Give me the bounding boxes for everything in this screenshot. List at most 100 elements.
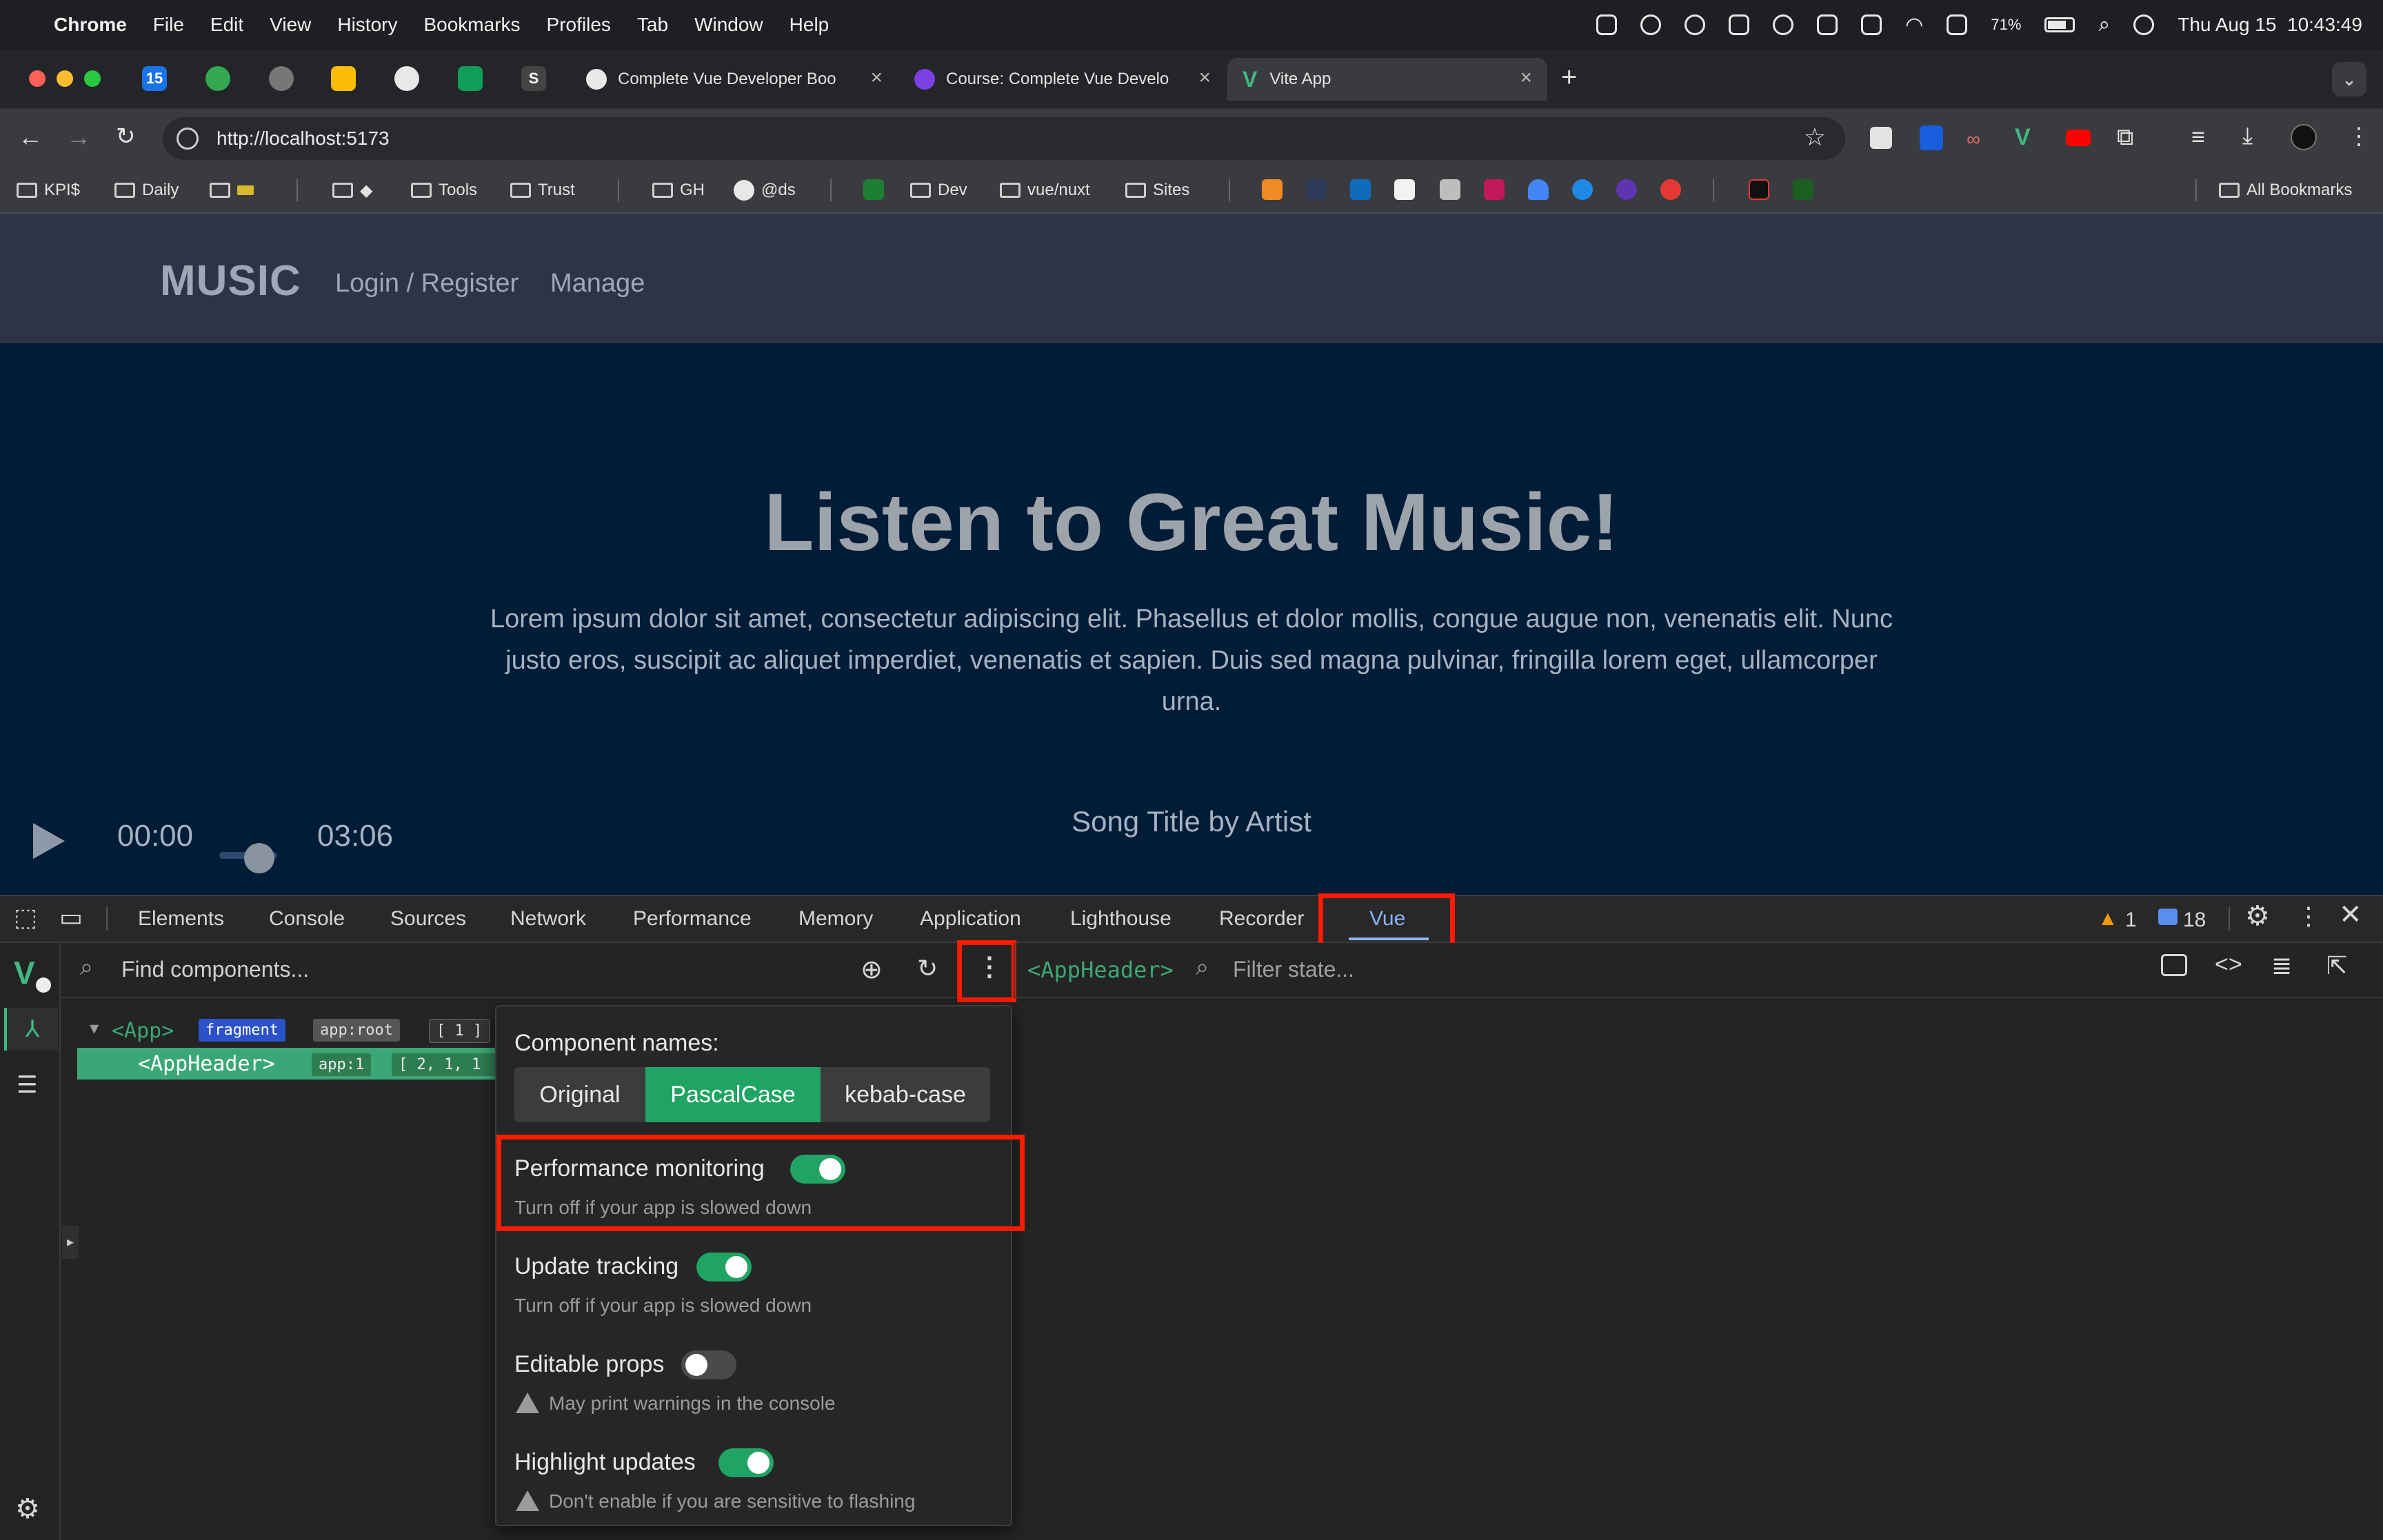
navigation-icon[interactable] [1640,14,1662,35]
pinned-tab-calendar[interactable]: 15 [142,66,167,91]
battery-icon[interactable] [2044,17,2075,32]
inspect-dom-icon[interactable]: ≣ [2271,951,2292,980]
tab-vite-app[interactable]: V Vite App × [1227,58,1547,101]
cloud-icon[interactable] [1773,14,1794,35]
extension-icon[interactable] [1870,127,1892,149]
warning-icon[interactable]: ▲ [2098,907,2118,931]
glasses-extension-icon[interactable]: ∞ [1967,128,1980,150]
purple-orbit-icon[interactable] [1616,179,1637,200]
tab-search-button[interactable]: ⌄ [2332,62,2366,97]
tab-console[interactable]: Console [269,907,345,931]
option-kebab-case[interactable]: kebab-case [821,1067,990,1122]
minimize-window-button[interactable] [57,70,73,87]
zoom-window-button[interactable] [84,70,101,87]
shortcut-icon[interactable] [1306,179,1327,200]
option-pascalcase[interactable]: PascalCase [645,1067,821,1122]
pinned-tab-s-app[interactable]: S [521,66,546,91]
tab-recorder[interactable]: Recorder [1219,907,1304,931]
highlight-updates-toggle[interactable] [718,1448,774,1477]
target-icon[interactable] [1660,179,1681,200]
control-center-icon[interactable] [2133,14,2155,35]
layers-icon[interactable] [1861,14,1882,35]
site-logo[interactable]: MUSIC [160,256,301,305]
site-info-icon[interactable] [177,128,199,150]
timeline-icon[interactable]: ☰ [17,1071,37,1099]
menu-clock[interactable]: Thu Aug 15 10:43:49 [2178,14,2362,36]
bookmark-folder-kpi[interactable]: KPI$ [17,178,80,203]
bookmark-folder-unnamed[interactable] [210,178,254,203]
tab-elements[interactable]: Elements [138,907,224,931]
inspect-element-icon[interactable]: ⬚ [14,903,37,932]
devtools-menu-icon[interactable]: ⋮ [2296,902,2321,931]
reading-list-icon[interactable]: ≡ [2191,124,2205,151]
p6-icon[interactable] [1749,179,1769,200]
tree-node-appheader[interactable]: <AppHeader> [138,1052,275,1076]
menu-window[interactable]: Window [694,14,763,36]
menu-edit[interactable]: Edit [210,14,243,36]
medium-icon[interactable] [1394,179,1415,200]
bookmark-folder-tools[interactable]: Tools [411,178,477,203]
scroll-to-component-icon[interactable] [2161,954,2187,976]
pinned-tab-google-drive[interactable] [331,66,356,91]
extensions-puzzle-icon[interactable]: ⧉ [2117,124,2133,151]
menu-help[interactable]: Help [790,14,829,36]
tab-sources[interactable]: Sources [390,907,466,931]
reload-icon[interactable]: ↻ [116,123,136,150]
bookmark-folder-daily[interactable]: Daily [114,178,179,203]
pinned-tab-globe[interactable] [269,66,294,91]
refresh-icon[interactable]: ↻ [917,954,938,983]
new-tab-button[interactable]: + [1561,62,1577,93]
collapse-panel-icon[interactable]: ▸ [62,1226,79,1259]
option-original[interactable]: Original [514,1067,645,1122]
menu-bookmarks[interactable]: Bookmarks [423,14,520,36]
tab-course-vue[interactable]: Course: Complete Vue Develo × [899,58,1226,101]
close-tab-icon[interactable]: × [870,66,883,90]
display-icon[interactable] [1817,14,1838,35]
profile-avatar[interactable] [2291,124,2317,150]
bookmark-ds[interactable]: @ds [734,178,796,203]
bookmark-folder-sites[interactable]: Sites [1125,178,1189,203]
nav-login-register[interactable]: Login / Register [335,269,519,298]
open-in-editor-icon[interactable]: ⇱ [2326,951,2347,980]
sparkle-icon[interactable] [1793,179,1813,200]
wifi-icon[interactable]: ◠ [1905,13,1923,37]
clipboard-icon[interactable] [1440,179,1460,200]
bookmark-folder-trust[interactable]: Trust [510,178,575,203]
bookmark-star-icon[interactable]: ☆ [1804,123,1826,152]
chrome-menu-icon[interactable]: ⋮ [2347,123,2371,150]
outlook-icon[interactable] [1350,179,1371,200]
download-icon[interactable]: ⤓ [2242,123,2253,150]
menu-view[interactable]: View [270,14,311,36]
show-source-code-icon[interactable]: <> [2215,951,2242,978]
bookmark-folder-vue-nuxt[interactable]: vue/nuxt [1000,178,1090,203]
pinned-tab-sheets[interactable] [458,66,483,91]
shield-icon[interactable] [1596,14,1618,35]
keyboard-icon[interactable] [1729,14,1750,35]
back-arrow-icon[interactable]: ← [18,123,43,152]
update-tracking-toggle[interactable] [696,1253,752,1281]
message-count[interactable]: 18 [2183,909,2206,932]
play-circle-icon[interactable] [1685,14,1706,35]
vue-devtools-extension-icon[interactable]: V [2015,124,2031,151]
spotlight-search-icon[interactable]: ⌕ [2098,13,2110,37]
message-icon[interactable] [2158,909,2178,925]
tab-application[interactable]: Application [920,907,1021,931]
google-ads-icon[interactable] [1528,179,1549,200]
bookmark-folder-gh[interactable]: GH [652,178,705,203]
filter-state-input[interactable]: Filter state... [1233,957,1354,982]
amazon-icon[interactable] [1262,179,1283,200]
tab-performance[interactable]: Performance [633,907,752,931]
url-text[interactable]: http://localhost:5173 [217,128,390,150]
youtube-extension-icon[interactable] [2066,130,2091,146]
menu-app-name[interactable]: Chrome [54,14,127,36]
split-screen-icon[interactable] [1947,14,1968,35]
tab-lighthouse[interactable]: Lighthouse [1070,907,1172,931]
menu-tab[interactable]: Tab [637,14,668,36]
all-bookmarks-button[interactable]: All Bookmarks [2219,178,2352,203]
tab-network[interactable]: Network [510,907,586,931]
device-toolbar-icon[interactable]: ▭ [59,903,83,932]
menu-profiles[interactable]: Profiles [547,14,611,36]
forward-arrow-icon[interactable]: → [66,123,91,152]
seek-handle[interactable] [244,843,274,873]
bookmark-folder-dev[interactable]: Dev [910,178,967,203]
